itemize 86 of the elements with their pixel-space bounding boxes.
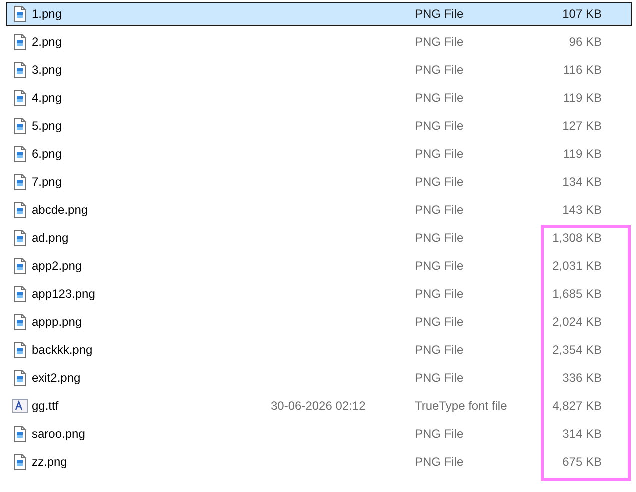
file-name: 3.png [32, 63, 64, 77]
file-row[interactable]: app123.png PNG File 1,685 KB [6, 282, 632, 306]
file-row[interactable]: saroo.png PNG File 314 KB [6, 422, 632, 446]
file-name: app123.png [32, 287, 96, 301]
file-row[interactable]: 7.png PNG File 134 KB [6, 170, 632, 194]
file-row[interactable]: app2.png PNG File 2,031 KB [6, 254, 632, 278]
file-name: ad.png [32, 231, 70, 245]
file-name: 5.png [32, 119, 64, 133]
file-size: 675 KB [562, 455, 602, 469]
file-row[interactable]: zz.png PNG File 675 KB [6, 450, 632, 474]
file-type: PNG File [415, 427, 465, 441]
image-file-icon [14, 230, 26, 246]
image-file-icon [14, 174, 26, 190]
file-size: 134 KB [562, 175, 602, 189]
file-type: PNG File [415, 63, 465, 77]
file-type: PNG File [415, 119, 465, 133]
file-name: appp.png [32, 315, 84, 329]
file-name: zz.png [32, 455, 68, 469]
file-name: 6.png [32, 147, 64, 161]
file-type: PNG File [415, 343, 465, 357]
file-row[interactable]: 4.png PNG File 119 KB [6, 86, 632, 110]
file-size: 127 KB [562, 119, 602, 133]
file-name: 4.png [32, 91, 64, 105]
image-file-icon [14, 286, 26, 302]
file-size: 143 KB [562, 203, 602, 217]
file-row[interactable]: 3.png PNG File 116 KB [6, 58, 632, 82]
file-type: TrueType font file [415, 399, 508, 413]
file-name: saroo.png [32, 427, 86, 441]
image-file-icon [14, 426, 26, 442]
file-row[interactable]: backkk.png PNG File 2,354 KB [6, 338, 632, 362]
file-date: 30-06-2026 02:12 [271, 399, 367, 413]
file-name: gg.ttf [32, 399, 60, 413]
image-file-icon [14, 454, 26, 470]
file-size: 336 KB [562, 371, 602, 385]
font-file-icon [12, 399, 28, 413]
file-row[interactable]: exit2.png PNG File 336 KB [6, 366, 632, 390]
file-size: 96 KB [569, 35, 602, 49]
file-type: PNG File [415, 455, 465, 469]
file-size: 4,827 KB [552, 399, 602, 413]
file-size: 314 KB [562, 427, 602, 441]
file-size: 1,685 KB [552, 287, 602, 301]
file-type: PNG File [415, 175, 465, 189]
file-type: PNG File [415, 287, 465, 301]
file-type: PNG File [415, 7, 465, 21]
image-file-icon [14, 146, 26, 162]
file-name: 2.png [32, 35, 64, 49]
file-row[interactable]: ad.png PNG File 1,308 KB [6, 226, 632, 250]
file-type: PNG File [415, 259, 465, 273]
file-type: PNG File [415, 35, 465, 49]
file-row[interactable]: gg.ttf 30-06-2026 02:12 TrueType font file 4,827 KB [6, 394, 632, 418]
file-size: 119 KB [564, 91, 602, 105]
file-name: exit2.png [32, 371, 82, 385]
file-row[interactable]: abcde.png PNG File 143 KB [6, 198, 632, 222]
file-name: 7.png [32, 175, 64, 189]
file-name: backkk.png [32, 343, 94, 357]
file-size: 107 KB [562, 7, 602, 21]
image-file-icon [14, 314, 26, 330]
file-name: app2.png [32, 259, 84, 273]
file-size: 119 KB [564, 147, 602, 161]
file-size: 2,354 KB [552, 343, 602, 357]
file-name: 1.png [32, 7, 64, 21]
image-file-icon [14, 202, 26, 218]
file-size: 1,308 KB [552, 231, 602, 245]
file-type: PNG File [415, 147, 465, 161]
image-file-icon [14, 90, 26, 106]
file-row[interactable]: 1.png PNG File 107 KB [6, 2, 632, 26]
file-size: 116 KB [564, 63, 602, 77]
image-file-icon [14, 34, 26, 50]
file-row[interactable]: 5.png PNG File 127 KB [6, 114, 632, 138]
image-file-icon [14, 342, 26, 358]
file-size: 2,024 KB [552, 315, 602, 329]
file-type: PNG File [415, 203, 465, 217]
file-type: PNG File [415, 371, 465, 385]
file-name: abcde.png [32, 203, 90, 217]
file-size: 2,031 KB [552, 259, 602, 273]
image-file-icon [14, 6, 26, 22]
file-row[interactable]: appp.png PNG File 2,024 KB [6, 310, 632, 334]
file-row[interactable]: 6.png PNG File 119 KB [6, 142, 632, 166]
image-file-icon [14, 258, 26, 274]
image-file-icon [14, 118, 26, 134]
image-file-icon [14, 370, 26, 386]
file-row[interactable]: 2.png PNG File 96 KB [6, 30, 632, 54]
file-type: PNG File [415, 315, 465, 329]
file-type: PNG File [415, 91, 465, 105]
file-type: PNG File [415, 231, 465, 245]
image-file-icon [14, 62, 26, 78]
